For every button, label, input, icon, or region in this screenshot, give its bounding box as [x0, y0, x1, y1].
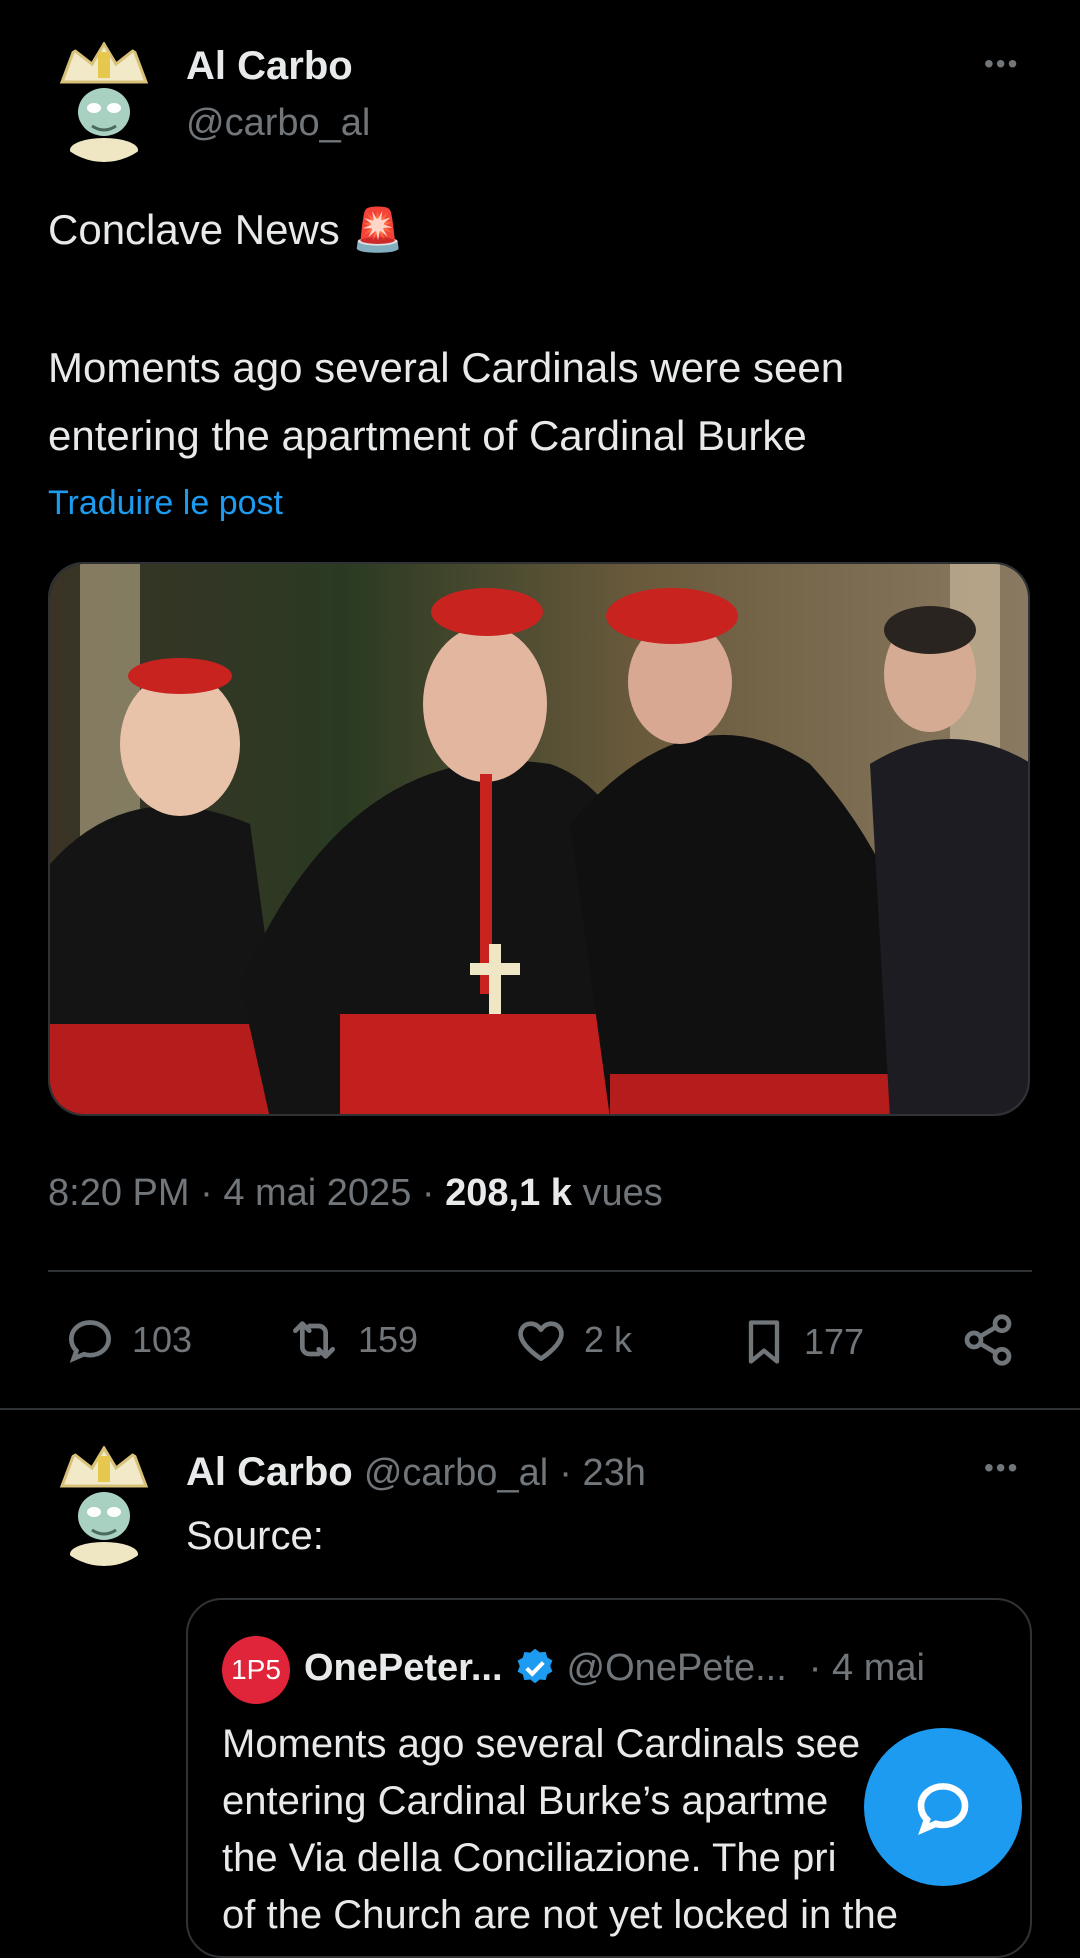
- quoted-text-line: the Via della Conciliazione. The pri: [222, 1836, 837, 1880]
- reply-header: Al Carbo @carbo_al · 23h: [186, 1450, 646, 1495]
- translate-link[interactable]: Traduire le post: [48, 484, 283, 523]
- more-icon[interactable]: •••: [984, 48, 1019, 80]
- meta-separator: ·: [200, 1172, 213, 1214]
- share-icon: [964, 1314, 1012, 1366]
- post-photo[interactable]: [48, 562, 1030, 1116]
- post-text-line: entering the apartment of Cardinal Burke: [48, 412, 807, 459]
- quoted-text-line: Moments ago several Cardinals see: [222, 1722, 861, 1766]
- divider: [48, 1270, 1032, 1272]
- post-time: 8:20 PM: [48, 1172, 190, 1214]
- bookmark-button[interactable]: 177: [738, 1312, 864, 1372]
- views-label: vues: [582, 1172, 663, 1214]
- like-icon: [518, 1321, 564, 1361]
- quoted-author-name[interactable]: OnePeter...: [304, 1647, 503, 1690]
- views-count[interactable]: 208,1 k: [445, 1172, 572, 1214]
- compose-reply-icon: [917, 1783, 969, 1836]
- repost-icon: [293, 1321, 335, 1359]
- post-meta: 8:20 PM · 4 mai 2025 · 208,1 k vues: [48, 1172, 663, 1215]
- compose-reply-button[interactable]: [864, 1728, 1022, 1886]
- quoted-text: Moments ago several Cardinals see enteri…: [222, 1716, 898, 1944]
- quoted-header: OnePeter... @OnePete... · 4 mai: [304, 1646, 925, 1690]
- reply-more-icon[interactable]: •••: [984, 1452, 1019, 1484]
- verified-icon: [517, 1648, 552, 1684]
- reply-count: 103: [132, 1319, 193, 1360]
- reply-author-avatar[interactable]: [44, 1446, 164, 1566]
- reply-author-handle[interactable]: @carbo_al: [364, 1452, 548, 1494]
- bookmark-count: 177: [804, 1321, 865, 1362]
- like-button[interactable]: 2 k: [512, 1312, 632, 1368]
- quoted-text-line: of the Church are not yet locked in the: [222, 1893, 898, 1937]
- repost-button[interactable]: 159: [284, 1312, 418, 1368]
- quoted-author-handle[interactable]: @OnePete...: [567, 1647, 787, 1690]
- bookmark-icon: [748, 1320, 780, 1364]
- author-avatar[interactable]: [44, 42, 164, 162]
- reply-text: Source:: [186, 1514, 324, 1558]
- author-name[interactable]: Al Carbo: [186, 44, 353, 89]
- post-text-line: Conclave News 🚨: [48, 206, 404, 253]
- post-date: 4 mai 2025: [223, 1172, 412, 1214]
- repost-count: 159: [358, 1319, 419, 1360]
- like-count: 2 k: [584, 1319, 633, 1360]
- quoted-avatar-badge[interactable]: 1P5: [222, 1636, 290, 1704]
- post-text-line: Moments ago several Cardinals were seen: [48, 344, 845, 391]
- meta-separator: ·: [421, 1172, 435, 1214]
- divider: [0, 1408, 1080, 1410]
- author-handle[interactable]: @carbo_al: [186, 102, 370, 145]
- reply-icon: [68, 1320, 112, 1363]
- share-button[interactable]: [960, 1312, 1016, 1368]
- quoted-date: · 4 mai: [808, 1646, 925, 1689]
- reply-button[interactable]: 103: [62, 1312, 192, 1368]
- reply-author-name[interactable]: Al Carbo: [186, 1450, 353, 1494]
- reply-time: · 23h: [559, 1452, 646, 1494]
- quoted-text-line: entering Cardinal Burke’s apartme: [222, 1779, 829, 1823]
